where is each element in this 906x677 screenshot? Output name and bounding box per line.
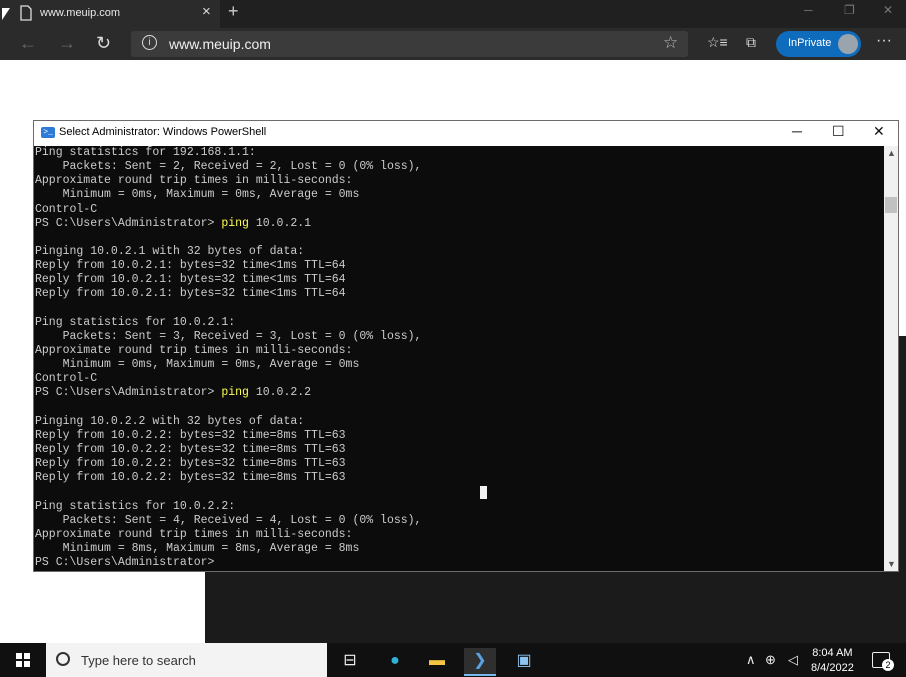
collections-icon[interactable]: ⧉ — [746, 34, 756, 51]
profile-avatar — [838, 34, 858, 54]
maximize-window-button[interactable]: ☐ — [832, 123, 845, 140]
notification-icon[interactable]: 2 — [872, 652, 894, 671]
console-output[interactable]: Ping statistics for 192.168.1.1: Packets… — [34, 146, 884, 571]
inprivate-label: InPrivate — [788, 37, 832, 49]
tab-title: www.meuip.com — [40, 7, 121, 19]
inprivate-button[interactable]: InPrivate — [776, 31, 861, 57]
powershell-window[interactable]: >_ Select Administrator: Windows PowerSh… — [33, 120, 899, 572]
close-tab-icon[interactable]: × — [202, 3, 211, 20]
console-line: Ping statistics for 192.168.1.1: — [35, 146, 256, 159]
scroll-up-icon[interactable]: ▲ — [887, 148, 896, 158]
task-view-icon[interactable]: ⊟ — [334, 648, 366, 674]
powershell-title: Select Administrator: Windows PowerShell — [59, 126, 267, 138]
server-manager-icon[interactable]: ▣ — [508, 648, 540, 674]
browser-tab-bar: www.meuip.com × + ─ ❐ ✕ — [0, 0, 906, 28]
console-line: Control-C — [35, 202, 98, 216]
windows-start-icon[interactable] — [16, 653, 30, 667]
more-options-icon[interactable]: ··· — [876, 32, 892, 50]
minimize-browser-button[interactable]: ─ — [804, 3, 813, 17]
clock-date: 8/4/2022 — [811, 662, 854, 674]
file-explorer-icon[interactable]: ▬ — [421, 648, 453, 674]
favorites-icon[interactable]: ☆≡ — [707, 34, 728, 51]
page-icon — [20, 5, 32, 21]
console-prompt: PS C:\Users\Administrator> — [35, 216, 222, 230]
console-arguments: 10.0.2.2 — [248, 386, 312, 400]
console-line: Approximate round trip times in milli-se… — [35, 174, 353, 188]
edge-browser-icon[interactable]: ● — [379, 648, 411, 674]
desktop-background — [205, 572, 906, 643]
console-prompt: PS C:\Users\Administrator> — [35, 386, 222, 400]
minimize-window-button[interactable]: ─ — [792, 123, 802, 139]
console-line: Reply from 10.0.2.2: bytes=32 time=8ms T… — [35, 442, 346, 456]
restore-browser-button[interactable]: ❐ — [844, 3, 855, 17]
console-line: Pinging 10.0.2.1 with 32 bytes of data: — [35, 244, 305, 258]
notification-count: 2 — [882, 659, 894, 671]
console-line: Reply from 10.0.2.1: bytes=32 time<1ms T… — [35, 287, 346, 301]
console-line: Control-C — [35, 372, 98, 386]
text-cursor — [480, 486, 487, 499]
powershell-taskbar-icon[interactable]: ❯ — [464, 648, 496, 676]
console-line: Minimum = 0ms, Maximum = 0ms, Average = … — [35, 188, 360, 202]
show-hidden-icons-icon[interactable]: ∧ — [746, 652, 756, 668]
forward-icon[interactable]: → — [58, 33, 76, 54]
console-command: ping — [221, 216, 249, 230]
console-line: Approximate round trip times in milli-se… — [35, 527, 353, 541]
console-line: Pinging 10.0.2.2 with 32 bytes of data: — [35, 414, 305, 428]
volume-muted-icon[interactable]: ◁ — [788, 652, 798, 668]
console-line: PS C:\Users\Administrator> ping 10.0.2.2 — [35, 386, 884, 400]
console-scrollbar[interactable]: ▲ ▼ — [884, 146, 898, 571]
new-tab-button[interactable]: + — [228, 1, 239, 22]
console-line: Reply from 10.0.2.2: bytes=32 time=8ms T… — [35, 457, 346, 471]
address-bar[interactable]: i www.meuip.com ☆ — [131, 31, 688, 57]
taskbar: Type here to search ⊟ ● ▬ ❯ ▣ ∧ ⊕ ◁ 8:04… — [0, 643, 906, 677]
scroll-down-icon[interactable]: ▼ — [887, 559, 896, 569]
console-line: Minimum = 0ms, Maximum = 0ms, Average = … — [35, 358, 360, 372]
taskbar-search-box[interactable]: Type here to search — [46, 643, 327, 677]
mouse-cursor-icon — [2, 8, 10, 20]
refresh-icon[interactable]: ↻ — [96, 33, 111, 54]
console-line: PS C:\Users\Administrator> — [35, 556, 215, 570]
console-line: Ping statistics for 10.0.2.1: — [35, 315, 236, 329]
console-line: PS C:\Users\Administrator> ping 10.0.2.1 — [35, 217, 884, 231]
close-browser-button[interactable]: ✕ — [883, 3, 893, 17]
console-command: ping — [221, 386, 249, 400]
browser-tab[interactable]: www.meuip.com × — [0, 0, 220, 28]
clock-time: 8:04 AM — [812, 647, 853, 659]
console-line: Reply from 10.0.2.2: bytes=32 time=8ms T… — [35, 471, 346, 485]
address-url[interactable]: www.meuip.com — [169, 36, 271, 52]
network-icon[interactable]: ⊕ — [765, 652, 776, 668]
close-window-button[interactable]: ✕ — [873, 123, 885, 140]
favorite-star-icon[interactable]: ☆ — [663, 33, 678, 53]
console-line: Ping statistics for 10.0.2.2: — [35, 499, 236, 513]
console-line: Reply from 10.0.2.1: bytes=32 time<1ms T… — [35, 259, 346, 273]
console-line: Packets: Sent = 3, Received = 3, Lost = … — [35, 329, 422, 343]
console-line: Minimum = 8ms, Maximum = 8ms, Average = … — [35, 541, 360, 555]
system-clock[interactable]: 8:04 AM 8/4/2022 — [811, 646, 854, 676]
console-line: Reply from 10.0.2.2: bytes=32 time=8ms T… — [35, 428, 346, 442]
console-line: Reply from 10.0.2.1: bytes=32 time<1ms T… — [35, 273, 346, 287]
powershell-title-bar[interactable]: >_ Select Administrator: Windows PowerSh… — [34, 121, 898, 145]
search-icon — [56, 652, 70, 666]
console-arguments: 10.0.2.1 — [248, 216, 312, 230]
console-text: Ping statistics for 192.168.1.1: Packets… — [34, 146, 884, 570]
powershell-icon: >_ — [41, 127, 55, 138]
console-line: Approximate round trip times in milli-se… — [35, 343, 353, 357]
browser-toolbar: ← → ↻ i www.meuip.com ☆ ☆≡ ⧉ InPrivate ·… — [0, 28, 906, 60]
console-line: Packets: Sent = 2, Received = 2, Lost = … — [35, 160, 422, 174]
console-line: Packets: Sent = 4, Received = 4, Lost = … — [35, 513, 422, 527]
back-icon[interactable]: ← — [19, 33, 37, 54]
search-placeholder: Type here to search — [81, 653, 196, 668]
scrollbar-thumb[interactable] — [885, 197, 897, 213]
site-info-icon[interactable]: i — [142, 35, 157, 50]
